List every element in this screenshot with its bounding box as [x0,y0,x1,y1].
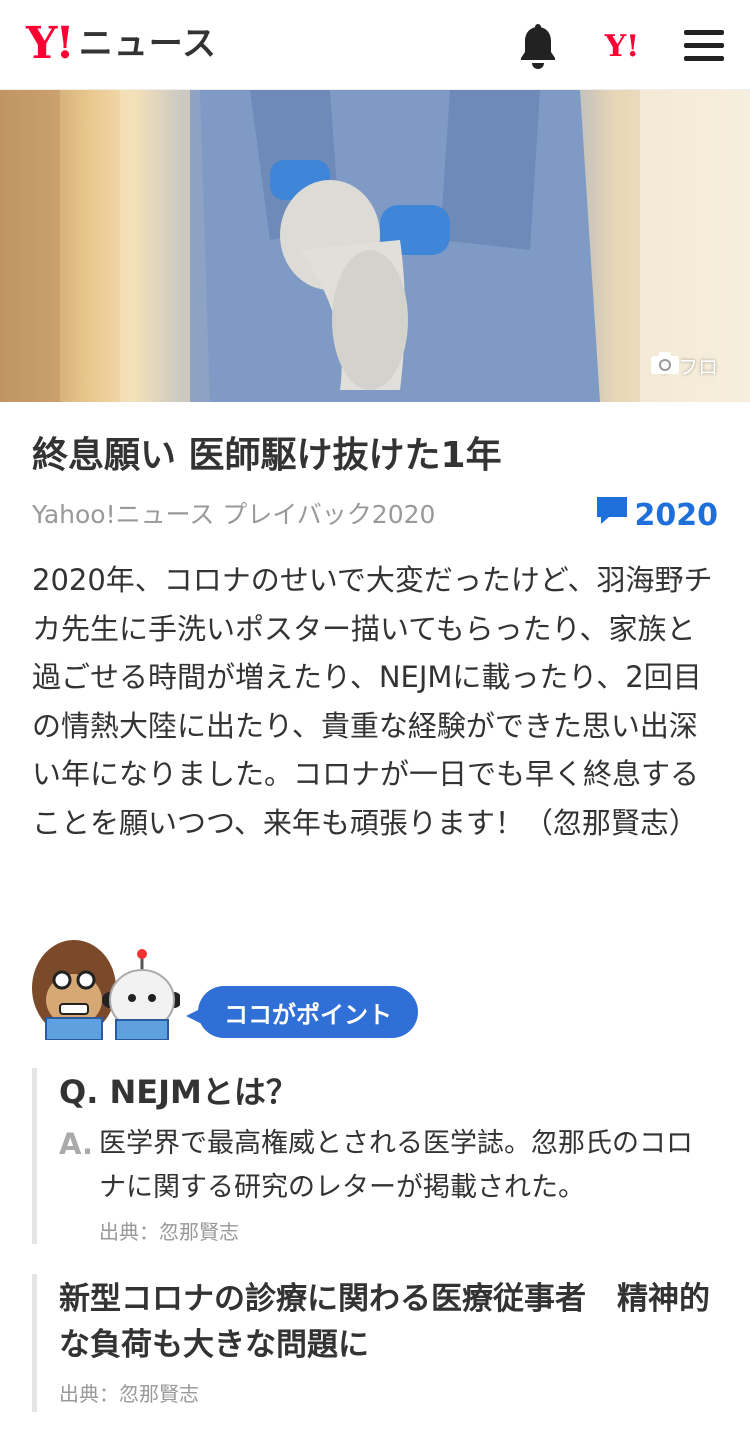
comment-link[interactable]: 2020 [595,495,719,536]
article-source[interactable]: Yahoo!ニュース プレイバック2020 [32,495,435,535]
yahoo-icon[interactable]: Y! [598,22,646,70]
related-note-title[interactable]: 新型コロナの診療に関わる医療従事者 精神的な負荷も大きな問題に [59,1276,722,1368]
comment-icon [595,495,629,536]
qa-answer: 医学界で最高権威とされる医学誌。忽那氏のコロナに関する研究のレターが掲載された。 [99,1128,693,1203]
hero-image[interactable]: アフロ [0,90,750,402]
article-body: 2020年、コロナのせいで大変だったけど、羽海野チカ先生に手洗いポスター描いても… [32,563,713,840]
qa-block: Q. NEJMとは？ A. 医学界で最高権威とされる医学誌。忽那氏のコロナに関す… [32,1068,722,1244]
bell-icon[interactable] [514,22,562,70]
app-header: Y! ニュース Y! [0,0,750,90]
related-note[interactable]: 新型コロナの診療に関わる医療従事者 精神的な負荷も大きな問題に 出典：忽那賢志 [32,1274,722,1412]
qa-source: 出典：忽那賢志 [99,1220,239,1244]
related-note-source: 出典：忽那賢志 [59,1382,199,1406]
menu-icon[interactable] [680,22,728,70]
qa-answer-row: A. 医学界で最高権威とされる医学誌。忽那氏のコロナに関する研究のレターが掲載さ… [59,1122,722,1210]
comment-count: 2020 [634,497,719,533]
qa-question: Q. NEJMとは？ [59,1073,298,1111]
hero-photo-illustration [0,90,750,402]
logo-text: ニュース [78,24,218,64]
qa-answer-label: A. [59,1127,93,1161]
article-title[interactable]: 終息願い 医師駆け抜けた1年 [32,430,722,482]
point-badge: ココがポイント [186,986,418,1038]
yahoo-news-logo[interactable]: Y! ニュース [26,20,217,68]
mascot-illustration [30,938,182,1041]
logo-mark: Y! [26,18,75,69]
photo-credit: アフロ [650,351,718,380]
